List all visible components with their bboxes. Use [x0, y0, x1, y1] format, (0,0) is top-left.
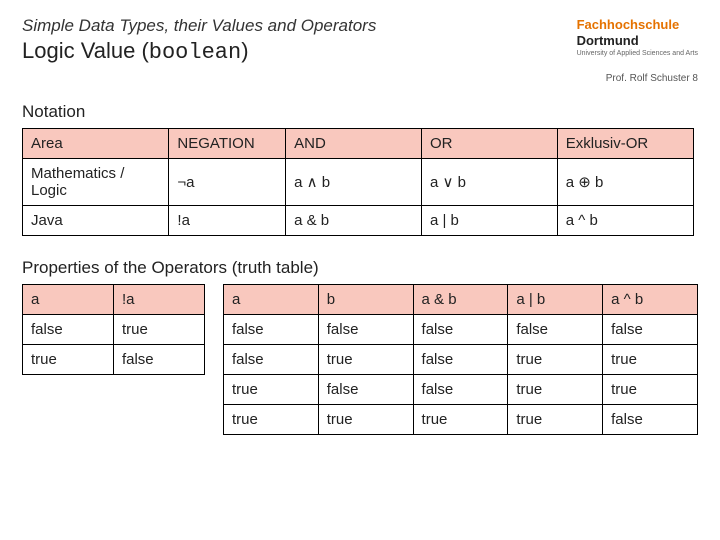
table-header-row: Area NEGATION AND OR Exklusiv-OR	[23, 129, 694, 159]
cell: false	[508, 315, 603, 345]
cell: false	[413, 345, 508, 375]
cell: false	[413, 375, 508, 405]
cell: false	[223, 345, 318, 375]
cell: true	[223, 405, 318, 435]
properties-label: Properties of the Operators (truth table…	[22, 258, 698, 278]
main-title-prefix: Logic Value (	[22, 38, 149, 63]
col-header: a	[223, 285, 318, 315]
cell: false	[603, 405, 698, 435]
slide-footer: Prof. Rolf Schuster 8	[22, 73, 698, 84]
col-header: OR	[421, 129, 557, 159]
col-header: AND	[286, 129, 422, 159]
col-header: Area	[23, 129, 169, 159]
cell: !a	[169, 206, 286, 236]
header: Simple Data Types, their Values and Oper…	[22, 14, 698, 69]
title-block: Simple Data Types, their Values and Oper…	[22, 14, 577, 69]
col-header: !a	[113, 285, 204, 315]
notation-label: Notation	[22, 102, 698, 122]
table-row: true false	[23, 345, 205, 375]
slide: Simple Data Types, their Values and Oper…	[0, 0, 720, 435]
cell: ¬a	[169, 159, 286, 206]
cell: true	[413, 405, 508, 435]
logo-subtitle: University of Applied Sciences and Arts	[577, 50, 698, 58]
table-header-row: a b a & b a | b a ^ b	[223, 285, 697, 315]
col-header: a | b	[508, 285, 603, 315]
cell: a & b	[286, 206, 422, 236]
col-header: Exklusiv-OR	[557, 129, 693, 159]
table-row: false false false false false	[223, 315, 697, 345]
cell: false	[113, 345, 204, 375]
negation-table: a !a false true true false	[22, 284, 205, 375]
logo-line-1: Fachhochschule	[577, 17, 680, 32]
table-row: false true	[23, 315, 205, 345]
table-row: Mathematics / Logic ¬a a ∧ b a ∨ b a ⊕ b	[23, 159, 694, 206]
table-row: Java !a a & b a | b a ^ b	[23, 206, 694, 236]
institution-logo: Fachhochschule Dortmund University of Ap…	[577, 16, 698, 58]
cell: Mathematics / Logic	[23, 159, 169, 206]
cell: true	[508, 405, 603, 435]
cell: true	[223, 375, 318, 405]
col-header: a	[23, 285, 114, 315]
truth-table: a b a & b a | b a ^ b false false false …	[223, 284, 698, 435]
col-header: b	[318, 285, 413, 315]
notation-table: Area NEGATION AND OR Exklusiv-OR Mathema…	[22, 128, 694, 236]
cell: true	[508, 375, 603, 405]
cell: true	[508, 345, 603, 375]
cell: true	[603, 375, 698, 405]
cell: a ^ b	[557, 206, 693, 236]
cell: true	[318, 405, 413, 435]
cell: false	[23, 315, 114, 345]
table-row: true true true true false	[223, 405, 697, 435]
main-title-code: boolean	[149, 40, 241, 65]
col-header: NEGATION	[169, 129, 286, 159]
cell: Java	[23, 206, 169, 236]
logo-line-2: Dortmund	[577, 34, 698, 48]
cell: a ∨ b	[421, 159, 557, 206]
cell: false	[223, 315, 318, 345]
super-title: Simple Data Types, their Values and Oper…	[22, 16, 577, 36]
cell: false	[318, 315, 413, 345]
col-header: a ^ b	[603, 285, 698, 315]
table-row: false true false true true	[223, 345, 697, 375]
tables-row: a !a false true true false a b a & b a |…	[22, 284, 698, 435]
cell: true	[318, 345, 413, 375]
cell: false	[318, 375, 413, 405]
cell: a ⊕ b	[557, 159, 693, 206]
main-title-suffix: )	[241, 38, 248, 63]
cell: true	[23, 345, 114, 375]
table-row: true false false true true	[223, 375, 697, 405]
cell: a ∧ b	[286, 159, 422, 206]
cell: true	[113, 315, 204, 345]
cell: false	[603, 315, 698, 345]
table-header-row: a !a	[23, 285, 205, 315]
cell: true	[603, 345, 698, 375]
col-header: a & b	[413, 285, 508, 315]
cell: false	[413, 315, 508, 345]
main-title: Logic Value (boolean)	[22, 38, 577, 65]
cell-text: a ⊕ b	[566, 174, 604, 191]
cell: a | b	[421, 206, 557, 236]
